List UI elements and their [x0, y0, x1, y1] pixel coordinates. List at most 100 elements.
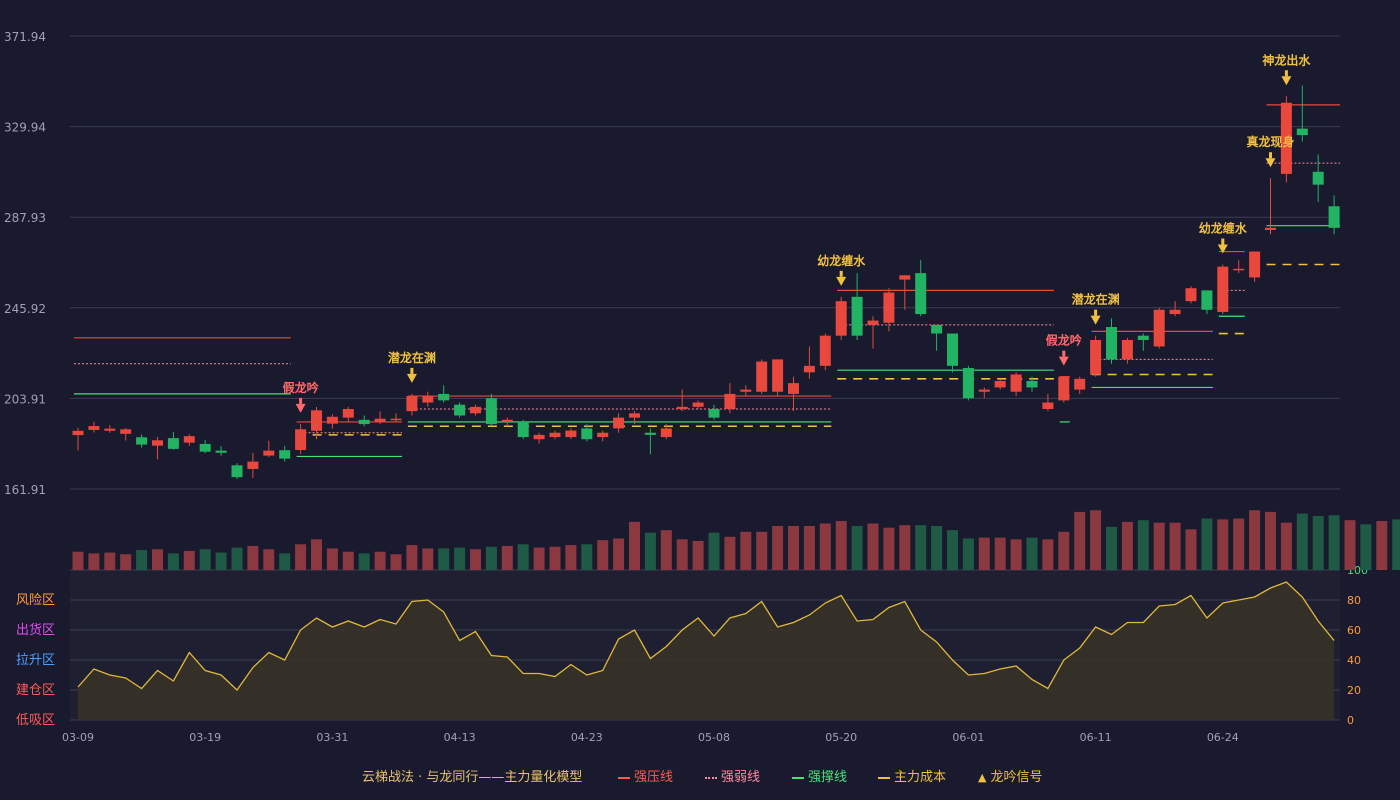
volume-bar [120, 554, 132, 570]
volume-bar [803, 526, 815, 570]
candle-body [374, 418, 386, 422]
volume-bar [1265, 511, 1276, 570]
signal-arrow-stem [1284, 70, 1288, 77]
legend-label: 强撑线 [808, 770, 848, 785]
volume-bar [613, 538, 625, 570]
candle-body [1026, 380, 1038, 388]
candle-body [1185, 288, 1197, 302]
x-tick-label: 04-13 [444, 731, 476, 744]
candle-body [104, 428, 116, 431]
zone-label: 出货区 [16, 622, 55, 638]
candle-body [183, 436, 195, 443]
volume-bar [1074, 511, 1086, 570]
volume-bar [867, 523, 879, 570]
volume-bar [1106, 526, 1117, 570]
volume-bar [470, 549, 481, 570]
indicator-tick-label: 0 [1347, 714, 1354, 727]
candle-body [629, 413, 640, 418]
candle-body [167, 438, 179, 449]
x-tick-label: 03-19 [189, 731, 221, 744]
volume-bar [1376, 521, 1388, 570]
candle-body [1137, 335, 1149, 340]
candle-body [1074, 378, 1086, 390]
candle-body [88, 426, 100, 430]
candle-body [1106, 327, 1117, 360]
candle-body [470, 406, 481, 414]
volume-bar [740, 531, 752, 570]
volume-bar [1121, 521, 1133, 570]
volume-bar [152, 549, 163, 570]
volume-bar [406, 545, 418, 570]
volume-bar [454, 547, 466, 570]
signal-arrow-icon [1281, 76, 1292, 86]
volume-bar [88, 553, 100, 570]
x-tick-label: 03-09 [62, 731, 94, 744]
signal-arrow-stem [1062, 350, 1066, 357]
candle-body [549, 432, 561, 438]
candle-body [1121, 339, 1133, 360]
legend-item-support: 强撑线 [792, 766, 847, 785]
signal-arrow-icon [836, 276, 847, 286]
volume-bar [533, 547, 545, 570]
volume-bar [1153, 522, 1165, 570]
candle-body [1153, 309, 1165, 347]
candle-body [883, 292, 895, 323]
volume-bar [660, 530, 672, 570]
candle-body [342, 409, 354, 418]
candle-body [581, 428, 593, 440]
candle-body [692, 402, 704, 407]
candle-body [1090, 339, 1102, 375]
chart-legend: 云梯战法 · 与龙同行——主力量化模型 强压线 强弱线 强撑线 主力成本 ▲ 龙吟… [0, 766, 1400, 786]
indicator-tick-label: 60 [1347, 624, 1361, 637]
indicator-tick-label: 80 [1347, 594, 1361, 607]
volume-bar [167, 553, 179, 570]
candle-body [152, 440, 163, 446]
price-tick-label: 371.94 [4, 30, 46, 44]
candle-body [724, 393, 736, 410]
signal-label: 幼龙缠水 [817, 253, 866, 268]
candle-body [947, 333, 958, 366]
candle-body [72, 430, 84, 436]
volume-bar [581, 544, 593, 570]
volume-bar [517, 544, 529, 570]
candle-body [533, 434, 545, 440]
volume-bar [915, 525, 927, 570]
volume-bar [390, 554, 402, 570]
volume-bar [708, 532, 720, 570]
signal-label: 假龙吟 [1046, 333, 1082, 348]
volume-bar [342, 551, 354, 570]
legend-label: 主力成本 [894, 770, 947, 785]
candle-body [660, 428, 672, 438]
signal-arrow-icon [295, 403, 306, 413]
candle-body [613, 417, 625, 429]
zone-label: 建仓区 [16, 683, 55, 698]
signal-arrow-stem [1269, 152, 1272, 159]
volume-bar [835, 521, 847, 570]
candle-body [978, 389, 990, 392]
candle-body [454, 404, 466, 416]
signal-label: 假龙吟 [283, 380, 319, 395]
candle-body [931, 324, 943, 334]
candle-body [708, 409, 720, 418]
legend-item-cost: 主力成本 [878, 766, 946, 785]
candle-body [644, 432, 656, 435]
volume-bar [263, 549, 275, 570]
volume-bar [692, 540, 704, 570]
zone-label: 风险区 [16, 593, 55, 608]
candle-body [756, 361, 768, 392]
candle-body [962, 368, 974, 399]
dashed-line-icon [878, 776, 890, 779]
candle-body [915, 273, 927, 315]
legend-title: 云梯战法 · 与龙同行——主力量化模型 [362, 770, 583, 785]
legend-item-strong-weak: 强弱线 [705, 766, 760, 785]
candle-body [597, 432, 609, 438]
candle-body [565, 430, 577, 438]
candle-body [215, 450, 227, 453]
candle-body [326, 416, 338, 424]
candle-body [1249, 251, 1261, 278]
x-tick-label: 04-23 [571, 731, 603, 744]
candle-body [136, 437, 148, 445]
volume-bar [819, 523, 831, 570]
volume-bar [565, 545, 577, 570]
candle-body [485, 398, 497, 425]
